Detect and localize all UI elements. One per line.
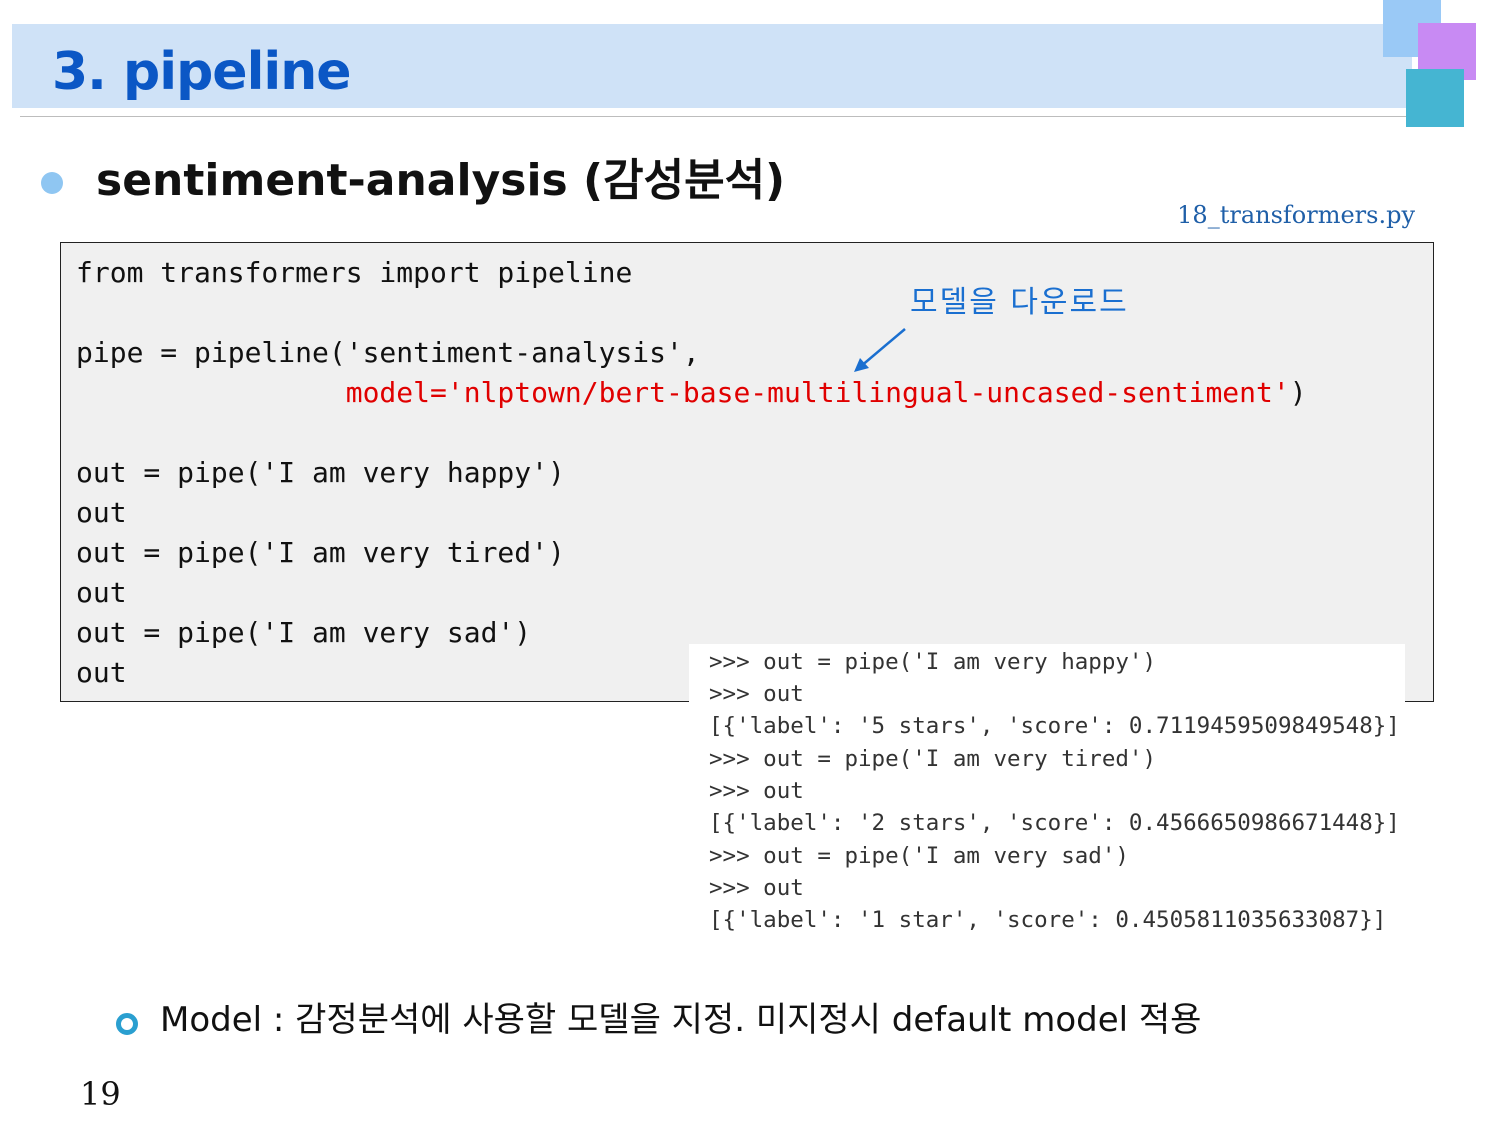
console-output-screenshot: >>> out = pipe('I am very happy') >>> ou…	[689, 644, 1405, 949]
code-line: out	[76, 496, 127, 529]
code-line: out	[76, 656, 127, 689]
section-heading: sentiment-analysis (감성분석)	[96, 155, 786, 206]
console-line: >>> out	[709, 681, 804, 707]
download-annotation: 모델을 다운로드	[910, 285, 1129, 320]
arrow-icon	[854, 328, 906, 372]
console-line: >>> out = pipe('I am very happy')	[709, 649, 1157, 675]
code-line: pipe = pipeline('sentiment-analysis',	[76, 336, 700, 369]
console-line: >>> out = pipe('I am very tired')	[709, 746, 1157, 772]
model-note: Model : 감정분석에 사용할 모델을 지정. 미지정시 default m…	[160, 1000, 1202, 1040]
bullet-icon	[41, 172, 63, 194]
console-line: >>> out	[709, 778, 804, 804]
code-line-model: model='nlptown/bert-base-multilingual-un…	[76, 373, 1307, 413]
title-divider	[20, 116, 1440, 117]
model-argument-highlight: model='nlptown/bert-base-multilingual-un…	[345, 376, 1290, 409]
console-line: >>> out = pipe('I am very sad')	[709, 843, 1129, 869]
page-number: 19	[80, 1075, 121, 1113]
sub-bullet-icon	[116, 1013, 138, 1035]
code-line: from transformers import pipeline	[76, 256, 633, 289]
code-closing-paren: )	[1289, 376, 1307, 409]
code-block: from transformers import pipeline pipe =…	[60, 242, 1434, 702]
code-line: out = pipe('I am very happy')	[76, 456, 565, 489]
source-filename: 18_transformers.py	[1177, 201, 1415, 229]
slide-title: 3. pipeline	[52, 42, 352, 102]
console-line: [{'label': '1 star', 'score': 0.45058110…	[709, 907, 1387, 933]
console-line: [{'label': '5 stars', 'score': 0.7119459…	[709, 713, 1400, 739]
console-line: [{'label': '2 stars', 'score': 0.4566650…	[709, 810, 1400, 836]
code-line: out = pipe('I am very sad')	[76, 616, 532, 649]
decorative-square-teal	[1406, 69, 1464, 127]
console-line: >>> out	[709, 875, 804, 901]
code-line: out	[76, 576, 127, 609]
code-line: out = pipe('I am very tired')	[76, 536, 565, 569]
